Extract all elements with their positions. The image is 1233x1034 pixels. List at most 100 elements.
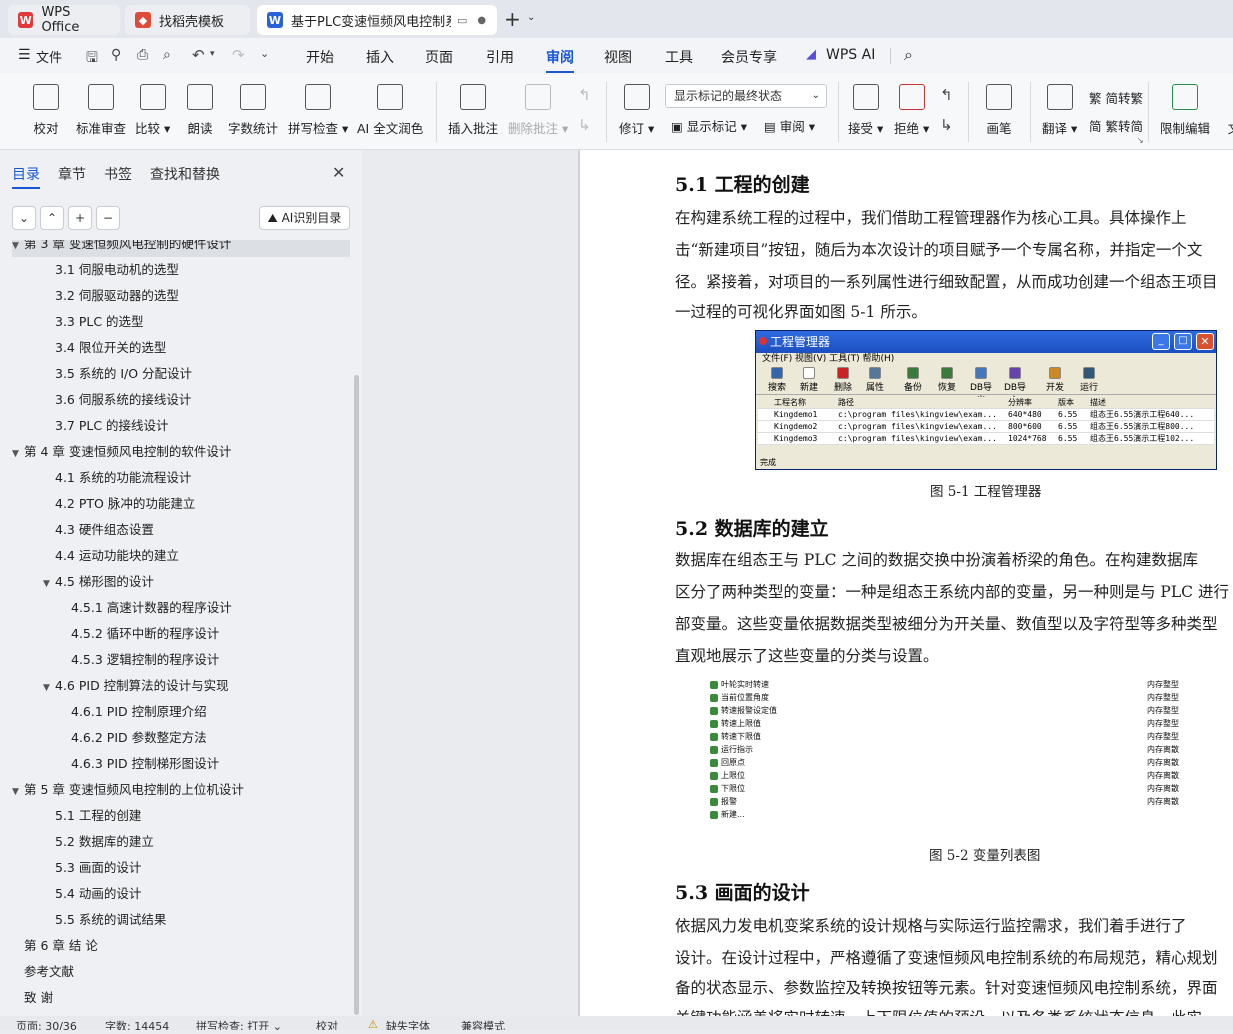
file-menu[interactable]: 文件 xyxy=(36,47,62,66)
insert-comment-button[interactable]: 插入批注 xyxy=(448,84,498,137)
toc-item[interactable]: 4.3 硬件组态设置 xyxy=(12,517,350,543)
menu-view[interactable]: 视图 xyxy=(604,47,632,67)
toc-item[interactable]: 3.5 系统的 I/O 分配设计 xyxy=(12,361,350,387)
proofread-button[interactable]: 校对 xyxy=(33,84,59,137)
toc-item[interactable]: 致 谢 xyxy=(12,985,350,1011)
toc-item[interactable]: 4.5.2 循环中断的程序设计 xyxy=(12,621,350,647)
review-pane-button[interactable]: ▤ 审阅 ▾ xyxy=(764,116,815,135)
toc-item[interactable]: 3.3 PLC 的选型 xyxy=(12,309,350,335)
proof-status[interactable]: 校对 xyxy=(316,1018,338,1030)
toc-item[interactable]: 3.7 PLC 的接线设计 xyxy=(12,413,350,439)
new-tab-plus-icon[interactable]: + xyxy=(504,7,521,31)
remove-heading-button[interactable]: − xyxy=(96,206,120,230)
menu-reference[interactable]: 引用 xyxy=(486,47,514,67)
pane-tab-bookmark[interactable]: 书签 xyxy=(104,164,132,184)
pane-scrollbar[interactable] xyxy=(354,375,359,1015)
missing-font[interactable]: 缺失字体 xyxy=(386,1018,430,1030)
toc-item[interactable]: 3.1 伺服电动机的选型 xyxy=(12,257,350,283)
toc-item[interactable]: 5.4 动画的设计 xyxy=(12,881,350,907)
toc-item[interactable]: ▼ 第 5 章 变速恒频风电控制的上位机设计 xyxy=(12,777,350,803)
expand-arrow-icon[interactable]: ▼ xyxy=(12,441,24,467)
doc-protect-button-cut[interactable]: 文 xyxy=(1221,84,1233,137)
pane-tab-find-replace[interactable]: 查找和替换 xyxy=(150,164,220,184)
more-chevron-icon[interactable]: ⌄ xyxy=(260,47,269,60)
undo-dropdown-icon[interactable]: ▾ xyxy=(210,49,215,59)
delete-comment-button[interactable]: 删除批注 ▾ xyxy=(508,84,568,137)
next-comment-icon[interactable]: ↳ xyxy=(578,116,591,134)
standard-review-button[interactable]: 标准审查 xyxy=(76,84,126,137)
show-markup-button[interactable]: ▣ 显示标记 ▾ xyxy=(671,116,747,135)
pane-tab-toc[interactable]: 目录 xyxy=(12,164,40,189)
expand-arrow-icon[interactable]: ▼ xyxy=(12,779,24,805)
close-icon[interactable]: ✕ xyxy=(332,163,345,182)
word-count[interactable]: 字数: 14454 xyxy=(105,1018,169,1030)
tab-list-chevron-icon[interactable]: ⌄ xyxy=(527,12,535,23)
menu-review[interactable]: 审阅 xyxy=(546,47,574,73)
toc-item[interactable]: 4.5.1 高速计数器的程序设计 xyxy=(12,595,350,621)
compare-button[interactable]: 比较 ▾ xyxy=(135,84,170,137)
page-indicator[interactable]: 页面: 30/36 xyxy=(16,1018,77,1030)
expand-arrow-icon[interactable]: ▼ xyxy=(43,675,55,701)
toc-item[interactable]: 3.6 伺服系统的接线设计 xyxy=(12,387,350,413)
toc-item[interactable]: 5.3 画面的设计 xyxy=(12,855,350,881)
ai-polish-button[interactable]: AI 全文润色 xyxy=(357,84,423,137)
menu-start[interactable]: 开始 xyxy=(306,47,334,67)
track-changes-button[interactable]: 修订 ▾ xyxy=(619,84,654,137)
toc-item[interactable]: 3.4 限位开关的选型 xyxy=(12,335,350,361)
toc-item[interactable]: 5.5 系统的调试结果 xyxy=(12,907,350,933)
menu-page[interactable]: 页面 xyxy=(425,47,453,67)
expand-up-button[interactable]: ⌃ xyxy=(40,206,64,230)
tab-wps-office[interactable]: W WPS Office xyxy=(8,5,120,35)
pen-button[interactable]: 画笔 xyxy=(986,84,1012,137)
toc-item[interactable]: 3.2 伺服驱动器的选型 xyxy=(12,283,350,309)
to-simplified-button[interactable]: 简 繁转简 xyxy=(1089,116,1143,135)
search-icon[interactable]: ⌕ xyxy=(904,45,913,65)
redo-icon[interactable]: ↷ xyxy=(232,46,245,64)
prev-change-icon[interactable]: ↰ xyxy=(940,86,953,104)
menu-vip[interactable]: 会员专享 xyxy=(721,47,777,67)
toc-item[interactable]: 4.2 PTO 脉冲的功能建立 xyxy=(12,491,350,517)
cloud-icon[interactable]: ⚲ xyxy=(111,47,121,63)
save-icon[interactable]: 🖫 xyxy=(86,47,98,71)
menu-insert[interactable]: 插入 xyxy=(366,47,394,67)
read-aloud-button[interactable]: 朗读 xyxy=(187,84,213,137)
translate-button[interactable]: 翻译 ▾ xyxy=(1042,84,1077,137)
expand-dialog-icon[interactable]: ↘ xyxy=(1137,136,1144,145)
pane-tab-chapter[interactable]: 章节 xyxy=(58,164,86,184)
toc-item[interactable]: 第 6 章 结 论 xyxy=(12,933,350,959)
to-traditional-button[interactable]: 繁 简转繁 xyxy=(1089,88,1143,107)
add-heading-button[interactable]: + xyxy=(68,206,92,230)
accept-button[interactable]: 接受 ▾ xyxy=(848,84,883,137)
menu-wps-ai[interactable]: WPS AI xyxy=(826,47,875,63)
restrict-edit-button[interactable]: 限制编辑 xyxy=(1160,84,1210,137)
tab-template[interactable]: ◆ 找稻壳模板 xyxy=(125,5,250,35)
reject-button[interactable]: 拒绝 ▾ xyxy=(894,84,929,137)
tab-document[interactable]: W 基于PLC变速恒频风电控制系 ▭ ● xyxy=(257,5,497,35)
markup-state-select[interactable]: 显示标记的最终状态 ⌄ xyxy=(665,84,827,108)
word-count-button[interactable]: 字数统计 xyxy=(228,84,278,137)
toc-item[interactable]: ▼ 第 3 章 变速恒频风电控制的硬件设计 xyxy=(12,240,350,257)
screen-icon[interactable]: ▭ xyxy=(457,14,467,27)
menu-tools[interactable]: 工具 xyxy=(665,47,693,67)
hamburger-icon[interactable]: ☰ xyxy=(18,47,31,63)
prev-comment-icon[interactable]: ↰ xyxy=(578,86,591,104)
print-preview-icon[interactable]: ⌕ xyxy=(163,47,171,63)
collapse-all-button[interactable]: ⌄ xyxy=(12,206,36,230)
next-change-icon[interactable]: ↳ xyxy=(940,116,953,134)
toc-item[interactable]: 4.1 系统的功能流程设计 xyxy=(12,465,350,491)
ai-toc-button[interactable]: ⛰ AI识别目录 xyxy=(259,206,350,230)
undo-icon[interactable]: ↶ xyxy=(192,46,205,64)
print-icon[interactable]: ⎙ xyxy=(137,47,148,63)
toc-item[interactable]: ▼ 4.6 PID 控制算法的设计与实现 xyxy=(12,673,350,699)
toc-item[interactable]: 4.5.3 逻辑控制的程序设计 xyxy=(12,647,350,673)
expand-arrow-icon[interactable]: ▼ xyxy=(43,571,55,597)
toc-item[interactable]: 5.1 工程的创建 xyxy=(12,803,350,829)
toc-item[interactable]: ▼ 第 4 章 变速恒频风电控制的软件设计 xyxy=(12,439,350,465)
toc-item[interactable]: 5.2 数据库的建立 xyxy=(12,829,350,855)
toc-item[interactable]: 4.6.1 PID 控制原理介绍 xyxy=(12,699,350,725)
toc-item[interactable]: 4.4 运动功能块的建立 xyxy=(12,543,350,569)
toc-item[interactable]: 4.6.2 PID 参数整定方法 xyxy=(12,725,350,751)
document-page[interactable]: 5.1 工程的创建 在构建系统工程的过程中，我们借助工程管理器作为核心工具。具体… xyxy=(580,150,1233,1027)
toc-item[interactable]: ▼ 4.5 梯形图的设计 xyxy=(12,569,350,595)
toc-item[interactable]: 4.6.3 PID 控制梯形图设计 xyxy=(12,751,350,777)
